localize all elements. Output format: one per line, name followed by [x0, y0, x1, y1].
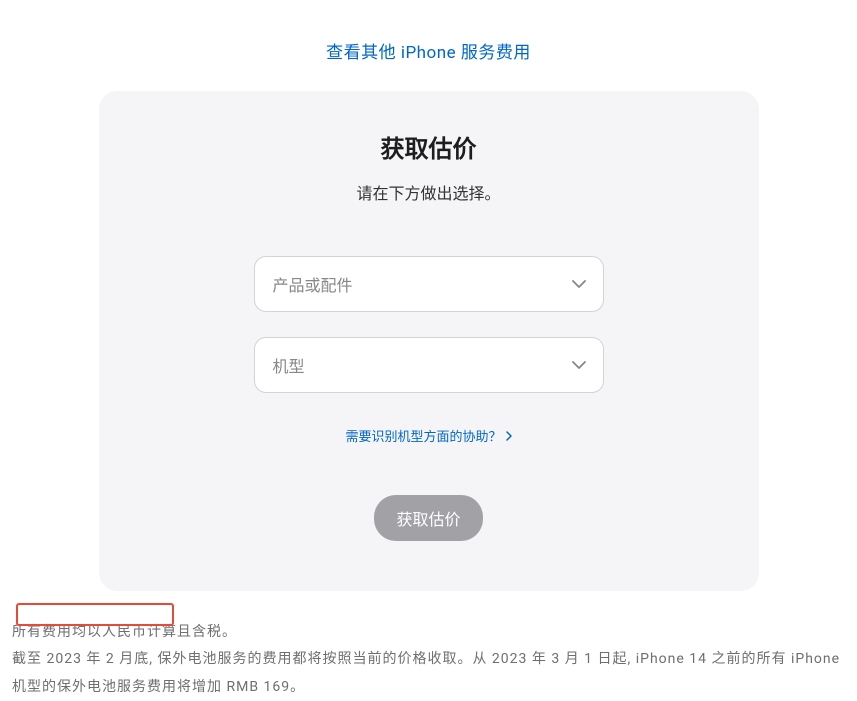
card-subtitle: 请在下方做出选择。 — [139, 180, 719, 204]
product-select[interactable]: 产品或配件 — [254, 256, 604, 312]
chevron-right-icon — [506, 431, 512, 441]
other-services-link[interactable]: 查看其他 iPhone 服务费用 — [326, 43, 531, 63]
footer-note-currency: 所有费用均以人民币计算且含税。 — [12, 619, 845, 646]
help-link-label: 需要识别机型方面的协助？ — [345, 426, 501, 445]
model-select[interactable]: 机型 — [254, 337, 604, 393]
top-link-container: 查看其他 iPhone 服务费用 — [0, 0, 857, 91]
model-select-wrap: 机型 — [254, 337, 604, 393]
card-title: 获取估价 — [139, 129, 719, 164]
footer-note-price-change: 截至 2023 年 2 月底, 保外电池服务的费用都将按照当前的价格收取。从 2… — [12, 646, 845, 701]
get-estimate-button[interactable]: 获取估价 — [374, 495, 482, 541]
footer-notes: 所有费用均以人民币计算且含税。 截至 2023 年 2 月底, 保外电池服务的费… — [0, 591, 857, 701]
product-select-wrap: 产品或配件 — [254, 256, 604, 312]
estimate-card: 获取估价 请在下方做出选择。 产品或配件 机型 需要识别机型方面的协助？ 获取估… — [99, 91, 759, 591]
identify-model-help-link[interactable]: 需要识别机型方面的协助？ — [345, 426, 511, 445]
